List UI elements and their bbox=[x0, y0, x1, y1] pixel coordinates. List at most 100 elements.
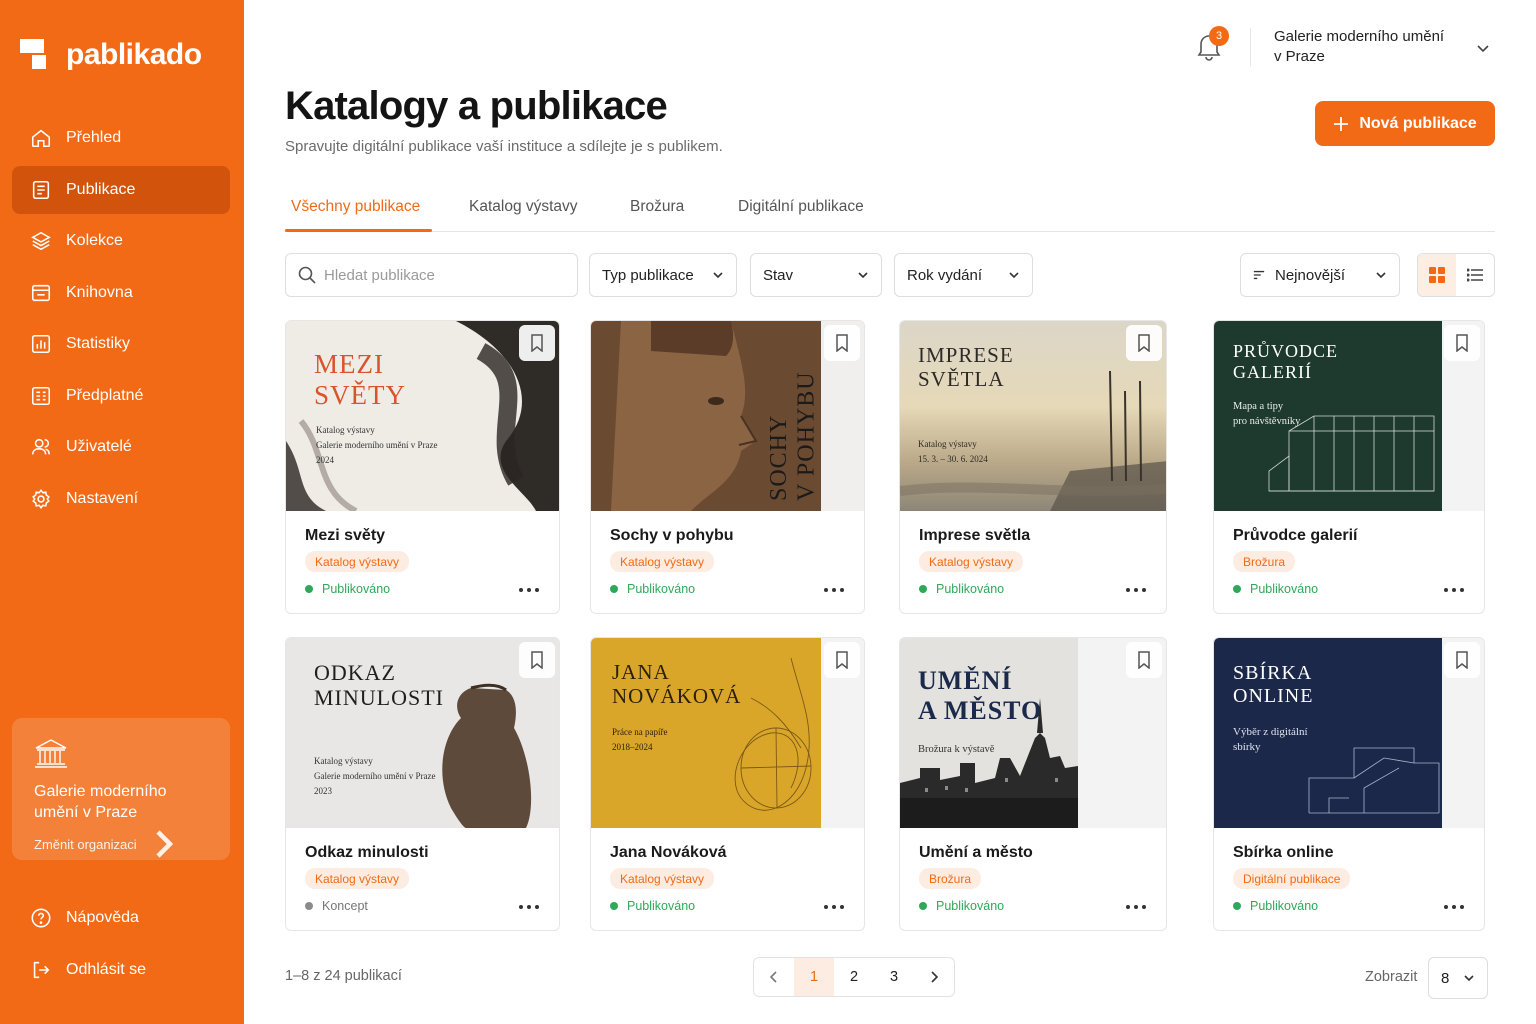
year-filter-label: Rok vydání bbox=[907, 266, 983, 284]
organization-selector[interactable]: Galerie moderního umění v Praze bbox=[1274, 27, 1494, 67]
cover-title: SBÍRKA ONLINE bbox=[1233, 662, 1314, 707]
publication-card[interactable]: IMPRESE SVĚTLA Katalog výstavy 15. 3. – 30… bbox=[899, 320, 1167, 614]
tab-exhibition-catalog[interactable]: Katalog výstavy bbox=[469, 198, 578, 216]
chevron-down-icon bbox=[1376, 272, 1386, 279]
card-type-tag: Brožura bbox=[919, 868, 982, 889]
status-label: Publikováno bbox=[1250, 582, 1319, 596]
brand-name: pablikado bbox=[66, 38, 202, 71]
more-options-button[interactable] bbox=[1444, 583, 1464, 597]
sidebar-item-nastaveni[interactable]: Nastavení bbox=[12, 475, 230, 523]
publication-card[interactable]: MEZI SVĚTY Katalog výstavy Galerie moderní… bbox=[285, 320, 560, 614]
bookmark-button[interactable] bbox=[1126, 642, 1162, 678]
help-icon bbox=[31, 908, 51, 928]
publication-card[interactable]: UMĚNÍ A MĚSTO Brožura k výstavě Umění a m… bbox=[899, 637, 1167, 931]
bookmark-button[interactable] bbox=[1126, 325, 1162, 361]
more-options-button[interactable] bbox=[1126, 900, 1146, 914]
bookmark-button[interactable] bbox=[519, 642, 555, 678]
sort-label: Nejnovější bbox=[1275, 266, 1346, 284]
publication-card[interactable]: ODKAZ MINULOSTI Katalog výstavy Galerie mo… bbox=[285, 637, 560, 931]
state-filter[interactable]: Stav bbox=[750, 253, 882, 297]
status-badge: Publikováno bbox=[610, 582, 695, 596]
gear-icon bbox=[32, 488, 50, 509]
sidebar-item-napoveda[interactable]: Nápověda bbox=[12, 894, 230, 942]
chevron-down-icon bbox=[1009, 272, 1019, 279]
more-options-button[interactable] bbox=[519, 583, 539, 597]
logout-icon bbox=[33, 961, 50, 979]
results-count: 1–8 z 24 publikací bbox=[285, 968, 402, 984]
sidebar-item-statistiky[interactable]: Statistiky bbox=[12, 320, 230, 368]
bookmark-button[interactable] bbox=[824, 642, 860, 678]
cover-title: SOCHY V POHYBU bbox=[766, 371, 820, 501]
grid-view-button[interactable] bbox=[1418, 254, 1456, 296]
bookmark-button[interactable] bbox=[1444, 642, 1480, 678]
users-icon bbox=[31, 438, 51, 455]
bookmark-icon bbox=[836, 334, 848, 352]
organization-card: Galerie moderního umění v Praze Změnit o… bbox=[12, 718, 230, 860]
more-options-button[interactable] bbox=[824, 583, 844, 597]
page-button-2[interactable]: 2 bbox=[834, 958, 874, 996]
card-title: Odkaz minulosti bbox=[305, 844, 429, 861]
brand-logo[interactable]: pablikado bbox=[20, 38, 202, 72]
bookmark-button[interactable] bbox=[1444, 325, 1480, 361]
type-filter-label: Typ publikace bbox=[602, 266, 694, 284]
status-badge: Koncept bbox=[305, 899, 368, 913]
card-title: Imprese světla bbox=[919, 527, 1031, 544]
search-box bbox=[285, 253, 578, 297]
page-button-3[interactable]: 3 bbox=[874, 958, 914, 996]
status-badge: Publikováno bbox=[919, 582, 1004, 596]
grid-icon bbox=[1429, 267, 1445, 283]
bookmark-icon bbox=[1138, 334, 1150, 352]
page-button-1[interactable]: 1 bbox=[794, 958, 834, 996]
sidebar-item-kolekce[interactable]: Kolekce bbox=[12, 217, 230, 265]
tab-brochure[interactable]: Brožura bbox=[630, 198, 684, 216]
next-page-button[interactable] bbox=[914, 958, 954, 996]
publication-card[interactable]: SBÍRKA ONLINE Výběr z digitální sbírky Sbí… bbox=[1213, 637, 1485, 931]
sidebar-item-label: Nastavení bbox=[66, 489, 139, 507]
sidebar-item-prehled[interactable]: Přehled bbox=[12, 114, 230, 162]
more-options-button[interactable] bbox=[1126, 583, 1146, 597]
sidebar-item-label: Kolekce bbox=[66, 232, 123, 249]
bookmark-button[interactable] bbox=[519, 325, 555, 361]
chevron-down-icon bbox=[713, 272, 723, 279]
cover-text: Mapa a tipy pro návštěvníky bbox=[1233, 401, 1301, 427]
organization-name: Galerie moderního umění v Praze bbox=[34, 783, 167, 821]
cover-title: PRŮVODCE GALERIÍ bbox=[1233, 341, 1339, 382]
publication-card[interactable]: JANA NOVÁKOVÁ Práce na papíře 2018–2024 Ja… bbox=[590, 637, 865, 931]
sidebar-item-predplatne[interactable]: Předplatné bbox=[12, 372, 230, 420]
more-options-button[interactable] bbox=[1444, 900, 1464, 914]
type-filter[interactable]: Typ publikace bbox=[589, 253, 737, 297]
publication-card[interactable]: PRŮVODCE GALERIÍ Mapa a tipy pro návštěvní… bbox=[1213, 320, 1485, 614]
chevron-right-icon bbox=[931, 971, 938, 983]
previous-page-button[interactable] bbox=[754, 958, 794, 996]
sidebar-item-label: Publikace bbox=[66, 180, 136, 198]
new-publication-button[interactable]: Nová publikace bbox=[1315, 101, 1495, 146]
status-dot bbox=[919, 585, 927, 593]
sidebar-item-label: Odhlásit se bbox=[66, 961, 147, 978]
bookmark-button[interactable] bbox=[824, 325, 860, 361]
search-input[interactable] bbox=[324, 266, 564, 284]
tab-digital[interactable]: Digitální publikace bbox=[738, 198, 864, 216]
sidebar-item-odhlasit[interactable]: Odhlásit se bbox=[12, 946, 230, 994]
tab-all[interactable]: Všechny publikace bbox=[291, 198, 420, 216]
status-dot bbox=[610, 902, 618, 910]
change-organization-link[interactable]: Změnit organizaci bbox=[34, 829, 208, 859]
cover-title: IMPRESE SVĚTLA bbox=[918, 343, 1014, 392]
organization-line-1: Galerie moderního umění bbox=[1274, 28, 1445, 45]
sidebar-item-label: Knihovna bbox=[66, 283, 133, 301]
list-view-button[interactable] bbox=[1456, 254, 1494, 296]
status-label: Publikováno bbox=[627, 582, 696, 596]
more-options-button[interactable] bbox=[824, 900, 844, 914]
chevron-down-icon bbox=[858, 272, 868, 279]
status-dot bbox=[305, 902, 313, 910]
per-page-select[interactable]: 8 bbox=[1428, 957, 1488, 999]
sidebar-item-label: Nápověda bbox=[66, 909, 139, 926]
sidebar-item-publikace[interactable]: Publikace bbox=[12, 165, 230, 214]
bookmark-icon bbox=[531, 651, 543, 669]
sort-select[interactable]: Nejnovější bbox=[1240, 253, 1400, 297]
sidebar-item-uzivatele[interactable]: Uživatelé bbox=[12, 423, 230, 471]
sidebar-item-knihovna[interactable]: Knihovna bbox=[12, 269, 230, 317]
publication-card[interactable]: SOCHY V POHYBU Sochy v pohybu Katalog výs… bbox=[590, 320, 865, 614]
year-filter[interactable]: Rok vydání bbox=[894, 253, 1033, 297]
chevron-down-icon bbox=[1464, 975, 1474, 982]
more-options-button[interactable] bbox=[519, 900, 539, 914]
